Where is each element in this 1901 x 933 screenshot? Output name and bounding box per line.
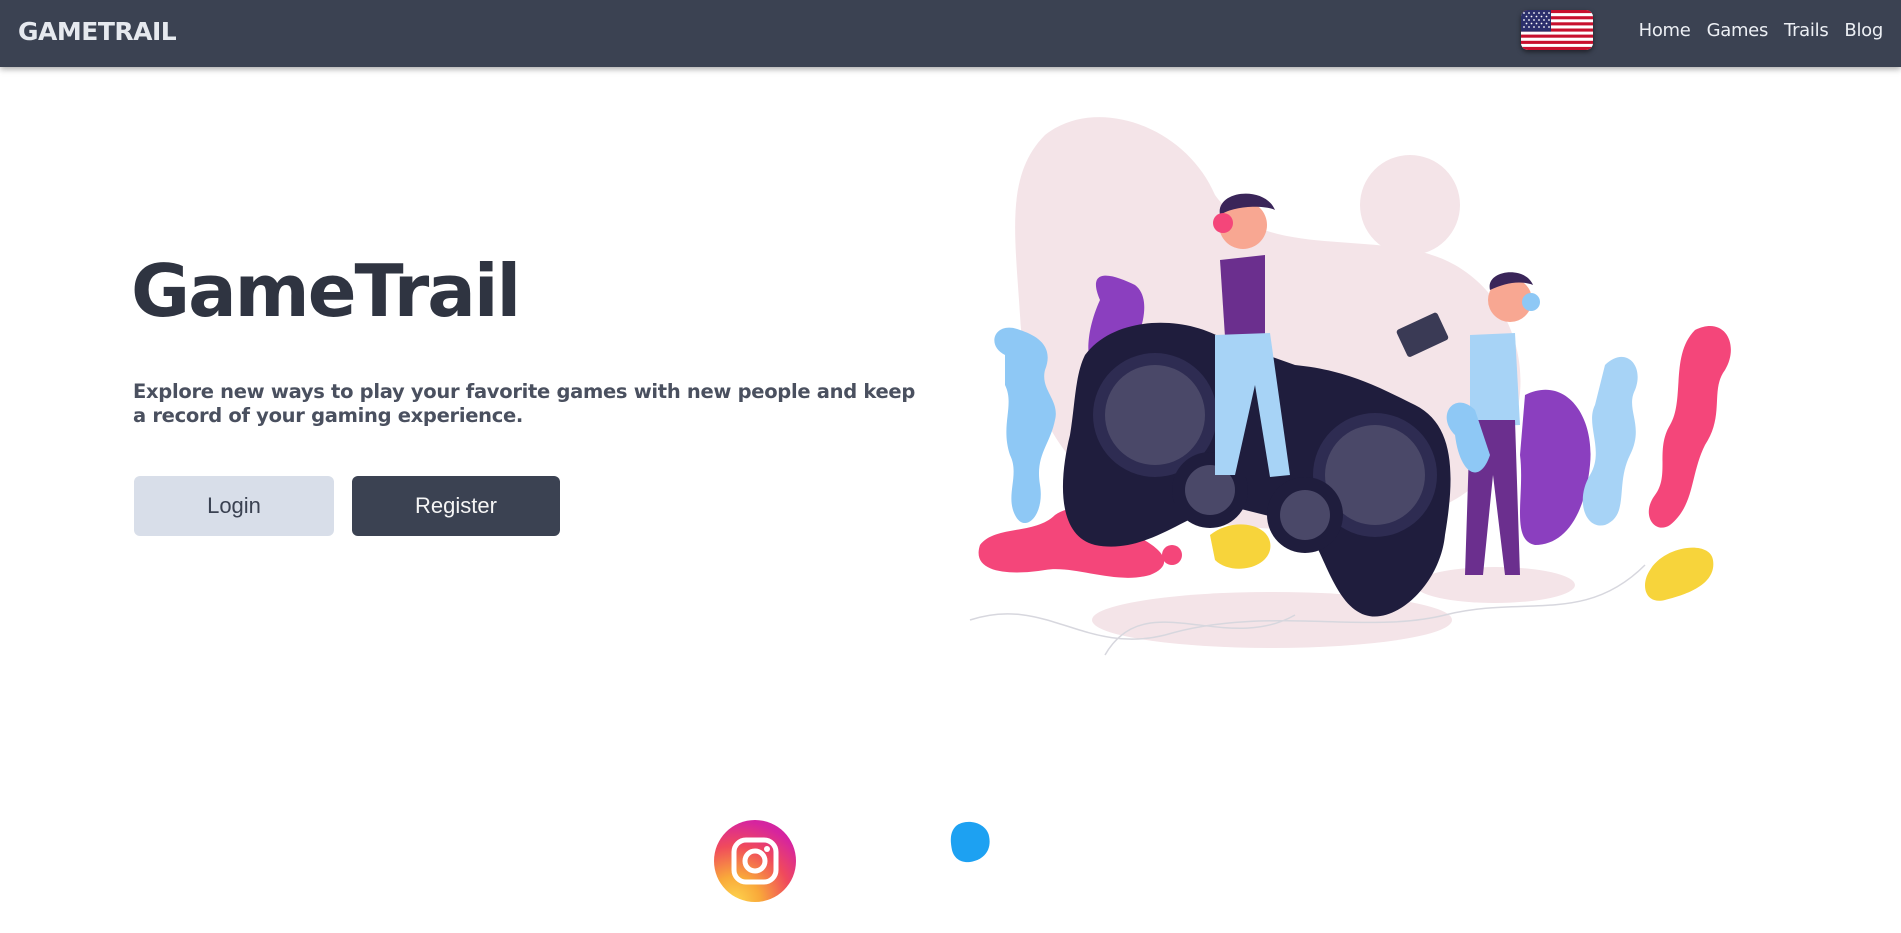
register-button[interactable]: Register	[352, 476, 560, 536]
twitter-icon[interactable]	[948, 820, 991, 863]
us-flag-icon[interactable]	[1521, 10, 1593, 50]
login-button[interactable]: Login	[134, 476, 334, 536]
nav-link-blog[interactable]: Blog	[1844, 20, 1883, 41]
top-navbar: GAMETRAIL Home Games Trails Blog	[0, 0, 1901, 67]
nav-links: Home Games Trails Blog	[1639, 20, 1884, 41]
nav-link-home[interactable]: Home	[1639, 20, 1691, 41]
hero-description: Explore new ways to play your favorite g…	[133, 380, 915, 427]
instagram-icon[interactable]	[714, 820, 796, 902]
nav-link-trails[interactable]: Trails	[1784, 20, 1829, 41]
gamers-illustration	[965, 115, 1755, 675]
nav-link-games[interactable]: Games	[1707, 20, 1769, 41]
hero-title: GameTrail	[131, 249, 521, 333]
brand-logo[interactable]: GAMETRAIL	[18, 17, 177, 46]
